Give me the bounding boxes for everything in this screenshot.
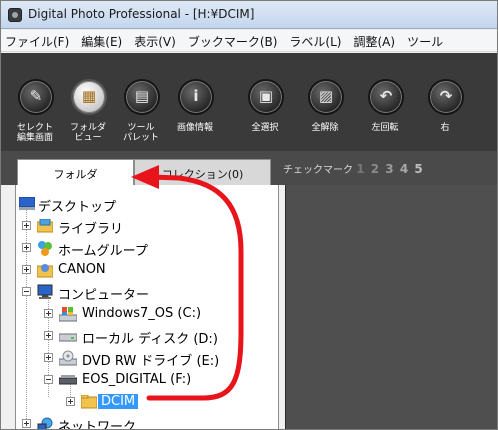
annotation-arrowhead	[131, 165, 159, 189]
annotation-arrow	[131, 165, 244, 401]
annotation-arrow-line	[146, 174, 244, 401]
app-window: Digital Photo Professional - [H:¥DCIM] フ…	[0, 0, 498, 430]
